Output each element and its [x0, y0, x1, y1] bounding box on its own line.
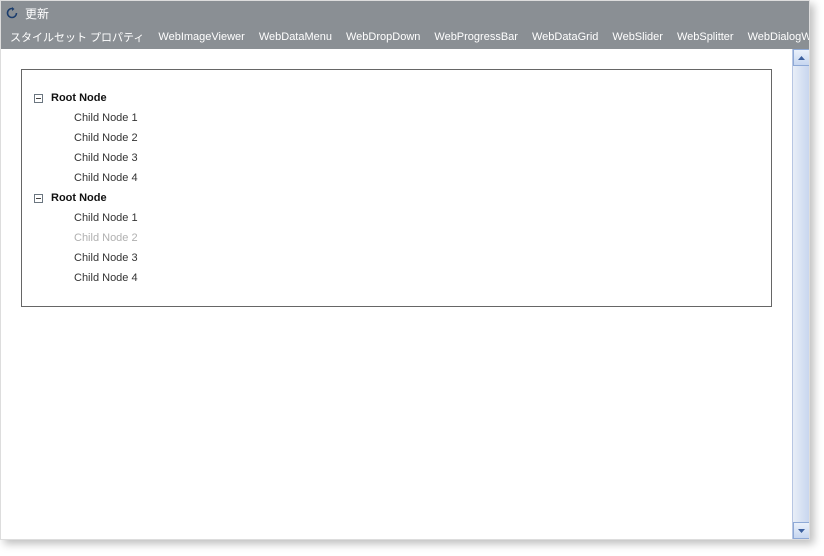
- tree-child-node[interactable]: Child Node 1: [74, 108, 759, 128]
- menu-item-websplitter[interactable]: WebSplitter: [670, 31, 741, 43]
- content-area: Root Node Child Node 1 Child Node 2 Chil…: [1, 49, 809, 539]
- menu-item-webimageviewer[interactable]: WebImageViewer: [151, 31, 251, 43]
- tree-root-node: Root Node Child Node 1 Child Node 2 Chil…: [34, 88, 759, 188]
- menu-bar: スタイルセット プロパティ WebImageViewer WebDataMenu…: [1, 25, 809, 49]
- tree-child-label: Child Node 3: [74, 152, 138, 164]
- menu-item-webdialogwindow[interactable]: WebDialogWindow: [741, 31, 809, 43]
- refresh-icon[interactable]: [5, 6, 19, 20]
- title-text: 更新: [25, 5, 49, 22]
- tree-child-node-disabled: Child Node 2: [74, 228, 759, 248]
- tree-child-node[interactable]: Child Node 3: [74, 148, 759, 168]
- collapse-icon[interactable]: [34, 194, 43, 203]
- tree-child-label: Child Node 1: [74, 212, 138, 224]
- tree-child-node[interactable]: Child Node 4: [74, 168, 759, 188]
- menu-item-styleset[interactable]: スタイルセット プロパティ: [3, 29, 151, 45]
- menu-item-webdropdown[interactable]: WebDropDown: [339, 31, 427, 43]
- tree-child-label: Child Node 4: [74, 172, 138, 184]
- tree-child-list: Child Node 1 Child Node 2 Child Node 3 C…: [34, 208, 759, 288]
- tree-child-node[interactable]: Child Node 4: [74, 268, 759, 288]
- vertical-scrollbar[interactable]: [792, 49, 809, 539]
- tree-child-node[interactable]: Child Node 2: [74, 128, 759, 148]
- tree-child-node[interactable]: Child Node 3: [74, 248, 759, 268]
- tree-root: Root Node Child Node 1 Child Node 2 Chil…: [34, 88, 759, 288]
- scroll-up-arrow-icon[interactable]: [793, 49, 810, 66]
- tree-child-label: Child Node 3: [74, 252, 138, 264]
- tree-child-label: Child Node 2: [74, 232, 138, 244]
- tree-child-list: Child Node 1 Child Node 2 Child Node 3 C…: [34, 108, 759, 188]
- scroll-down-arrow-icon[interactable]: [793, 522, 810, 539]
- menu-item-webdatamenu[interactable]: WebDataMenu: [252, 31, 339, 43]
- tree-child-label: Child Node 2: [74, 132, 138, 144]
- collapse-icon[interactable]: [34, 94, 43, 103]
- tree-child-label: Child Node 4: [74, 272, 138, 284]
- menu-item-webdatagrid[interactable]: WebDataGrid: [525, 31, 605, 43]
- tree-root-row[interactable]: Root Node: [34, 88, 759, 108]
- tree-panel: Root Node Child Node 1 Child Node 2 Chil…: [21, 69, 772, 307]
- title-bar: 更新: [1, 1, 809, 25]
- content-body: Root Node Child Node 1 Child Node 2 Chil…: [1, 49, 792, 539]
- tree-root-label: Root Node: [51, 92, 107, 104]
- tree-child-node[interactable]: Child Node 1: [74, 208, 759, 228]
- tree-root-node: Root Node Child Node 1 Child Node 2 Chil…: [34, 188, 759, 288]
- tree-child-label: Child Node 1: [74, 112, 138, 124]
- app-window: 更新 スタイルセット プロパティ WebImageViewer WebDataM…: [0, 0, 810, 540]
- tree-root-label: Root Node: [51, 192, 107, 204]
- tree-root-row[interactable]: Root Node: [34, 188, 759, 208]
- menu-item-webprogressbar[interactable]: WebProgressBar: [427, 31, 525, 43]
- menu-item-webslider[interactable]: WebSlider: [605, 31, 670, 43]
